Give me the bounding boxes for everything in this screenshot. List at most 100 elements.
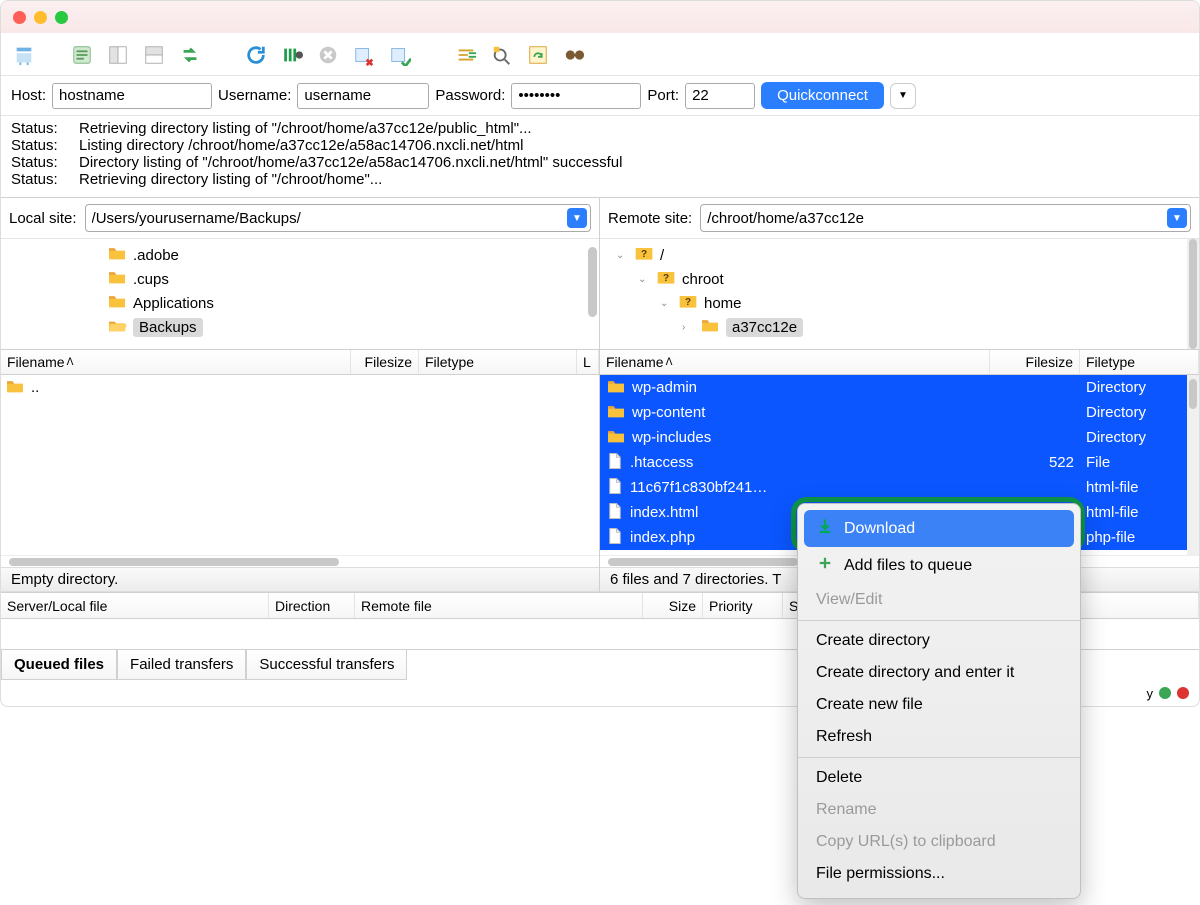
ctx-download[interactable]: Download: [804, 510, 1074, 547]
quickconnect-dropdown[interactable]: ▼: [890, 83, 916, 109]
toggle-remote-tree-button[interactable]: [139, 41, 169, 69]
scrollbar-thumb[interactable]: [588, 247, 597, 317]
list-item[interactable]: wp-includesDirectory: [600, 425, 1199, 450]
folder-icon: [107, 317, 127, 337]
log-text: Listing directory /chroot/home/a37cc12e/…: [79, 137, 523, 154]
list-item[interactable]: wp-contentDirectory: [600, 400, 1199, 425]
ctx-view-edit: View/Edit: [798, 584, 1080, 616]
file-icon: [606, 527, 624, 549]
ctx-create-dir-enter[interactable]: Create directory and enter it: [798, 657, 1080, 689]
ctx-refresh[interactable]: Refresh: [798, 721, 1080, 753]
folder-icon: [606, 403, 626, 423]
filter-button[interactable]: [451, 41, 481, 69]
ctx-create-dir[interactable]: Create directory: [798, 625, 1080, 657]
remote-site-dropdown[interactable]: ▼: [1167, 208, 1187, 228]
log-label: Status:: [11, 171, 79, 188]
download-icon: [816, 517, 834, 540]
ctx-file-perms[interactable]: File permissions...: [798, 858, 1080, 890]
local-site-dropdown[interactable]: ▼: [567, 208, 587, 228]
quickconnect-bar: Host: Username: Password: Port: Quickcon…: [1, 76, 1199, 116]
status-indicator-green: [1159, 687, 1171, 699]
tab-queued[interactable]: Queued files: [1, 650, 117, 680]
tree-item[interactable]: Backups: [101, 315, 599, 339]
file-icon: [606, 477, 624, 499]
log-label: Status:: [11, 137, 79, 154]
toolbar: [1, 33, 1199, 76]
remote-file-header[interactable]: Filenameᐱ Filesize Filetype: [600, 349, 1199, 375]
tab-success[interactable]: Successful transfers: [246, 650, 407, 680]
close-window[interactable]: [13, 11, 26, 24]
file-icon: [606, 502, 624, 524]
maximize-window[interactable]: [55, 11, 68, 24]
cancel-button[interactable]: [313, 41, 343, 69]
host-label: Host:: [11, 87, 46, 104]
sort-asc-icon: ᐱ: [666, 357, 673, 368]
scrollbar-thumb[interactable]: [1189, 379, 1197, 409]
host-input[interactable]: [52, 83, 212, 109]
remote-site-label: Remote site:: [608, 210, 692, 227]
port-label: Port:: [647, 87, 679, 104]
disconnect-button[interactable]: [349, 41, 379, 69]
ctx-delete[interactable]: Delete: [798, 762, 1080, 794]
local-tree[interactable]: .adobe.cupsApplicationsBackups: [1, 239, 599, 349]
local-site-input[interactable]: [85, 204, 591, 232]
username-input[interactable]: [297, 83, 429, 109]
folder-icon: [700, 317, 720, 337]
folder-icon: [107, 245, 127, 265]
quickconnect-button[interactable]: Quickconnect: [761, 82, 884, 109]
local-file-header[interactable]: Filenameᐱ Filesize Filetype L: [1, 349, 599, 375]
add-queue-icon: [816, 554, 834, 577]
password-label: Password:: [435, 87, 505, 104]
site-manager-button[interactable]: [9, 41, 39, 69]
reconnect-button[interactable]: [385, 41, 415, 69]
toggle-log-button[interactable]: [67, 41, 97, 69]
local-site-label: Local site:: [9, 210, 77, 227]
search-button[interactable]: [559, 41, 589, 69]
folder-unknown-icon: [678, 292, 698, 314]
process-queue-button[interactable]: [277, 41, 307, 69]
ctx-create-file[interactable]: Create new file: [798, 689, 1080, 721]
context-menu: Download Add files to queue View/Edit Cr…: [797, 503, 1081, 899]
minimize-window[interactable]: [34, 11, 47, 24]
folder-icon: [107, 269, 127, 289]
log-panel: Status:Retrieving directory listing of "…: [1, 116, 1199, 198]
folder-icon: [107, 293, 127, 313]
local-hscroll[interactable]: [1, 555, 599, 567]
log-text: Retrieving directory listing of "/chroot…: [79, 171, 382, 188]
file-icon: [606, 452, 624, 474]
port-input[interactable]: [685, 83, 755, 109]
toggle-local-tree-button[interactable]: [103, 41, 133, 69]
remote-tree[interactable]: ⌄/ ⌄chroot ⌄home ›a37cc12e: [600, 239, 1199, 349]
folder-icon: [606, 428, 626, 448]
log-text: Retrieving directory listing of "/chroot…: [79, 120, 532, 137]
directory-compare-button[interactable]: [487, 41, 517, 69]
list-item[interactable]: .htaccess522File: [600, 450, 1199, 475]
password-input[interactable]: [511, 83, 641, 109]
titlebar[interactable]: [1, 1, 1199, 33]
folder-unknown-icon: [634, 244, 654, 266]
sync-browse-button[interactable]: [523, 41, 553, 69]
list-item[interactable]: ..: [1, 375, 599, 400]
ctx-rename: Rename: [798, 794, 1080, 826]
ctx-copy-url: Copy URL(s) to clipboard: [798, 826, 1080, 858]
toggle-transfer-queue-button[interactable]: [175, 41, 205, 69]
local-file-list[interactable]: ..: [1, 375, 599, 555]
remote-site-input[interactable]: [700, 204, 1191, 232]
folder-unknown-icon: [656, 268, 676, 290]
log-label: Status:: [11, 120, 79, 137]
log-text: Directory listing of "/chroot/home/a37cc…: [79, 154, 622, 171]
log-label: Status:: [11, 154, 79, 171]
refresh-button[interactable]: [241, 41, 271, 69]
username-label: Username:: [218, 87, 291, 104]
tab-failed[interactable]: Failed transfers: [117, 650, 246, 680]
local-status: Empty directory.: [1, 567, 599, 592]
list-item[interactable]: 11c67f1c830bf241…html-file: [600, 475, 1199, 500]
folder-icon: [1, 378, 25, 398]
tree-item[interactable]: .adobe: [101, 243, 599, 267]
tree-item[interactable]: Applications: [101, 291, 599, 315]
sort-asc-icon: ᐱ: [67, 357, 74, 368]
tree-item[interactable]: .cups: [101, 267, 599, 291]
status-indicator-red: [1177, 687, 1189, 699]
ctx-add-queue[interactable]: Add files to queue: [798, 547, 1080, 584]
list-item[interactable]: wp-adminDirectory: [600, 375, 1199, 400]
